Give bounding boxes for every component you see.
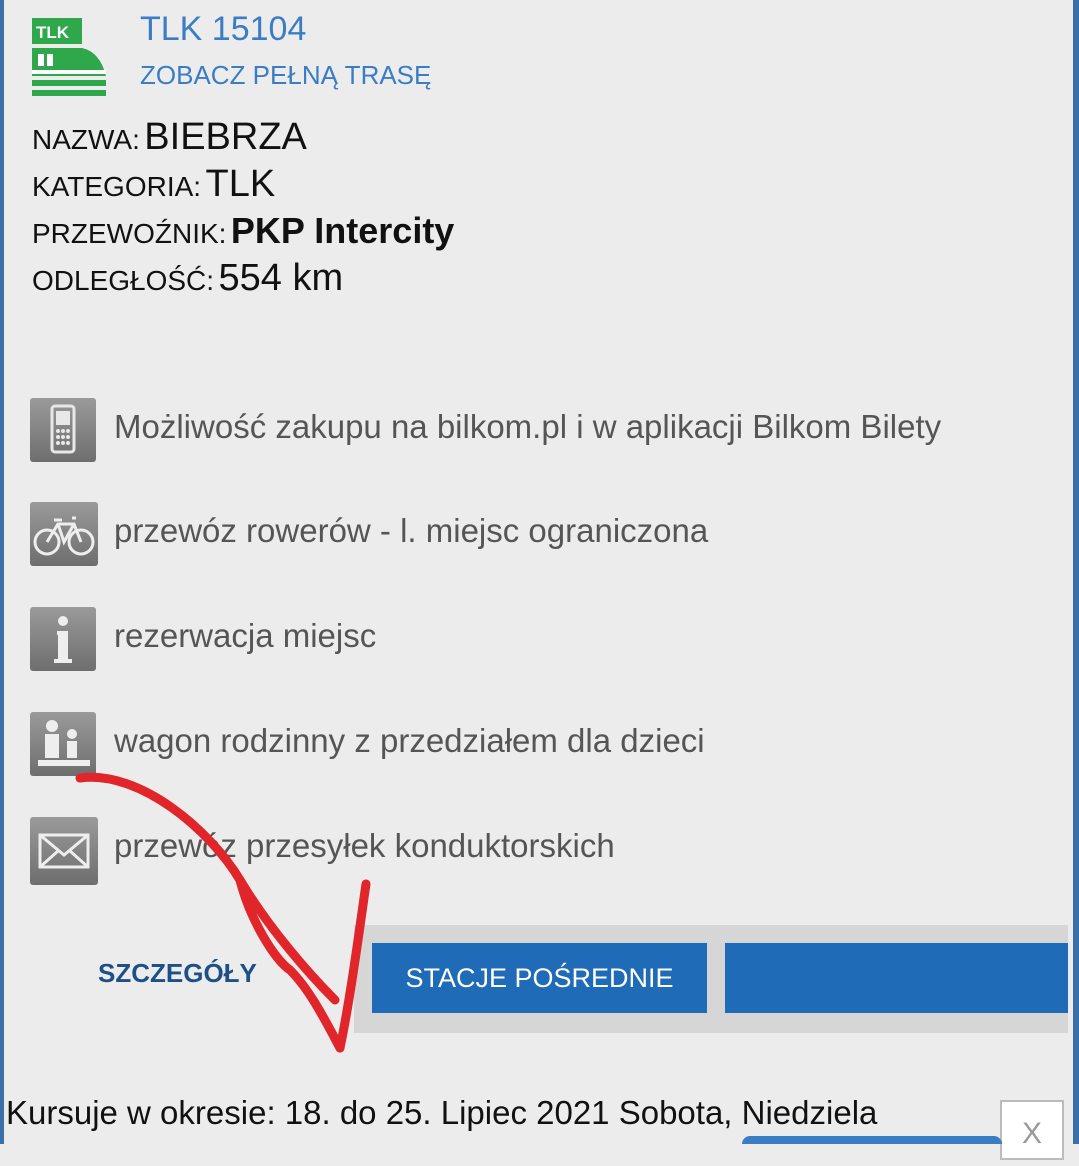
category-value: TLK <box>205 163 276 205</box>
frame-border-right <box>1073 0 1079 1144</box>
info-category-row: KATEGORIA: TLK <box>32 163 275 206</box>
feature-text: przewóz rowerów - l. miejsc ograniczona <box>114 512 709 549</box>
close-button[interactable]: X <box>1000 1100 1064 1160</box>
family-icon <box>30 712 96 776</box>
logo-text: TLK <box>36 23 70 42</box>
tab-details[interactable]: SZCZEGÓŁY <box>98 958 257 989</box>
train-number: TLK 15104 <box>140 10 307 48</box>
feature-text: przewóz przesyłek konduktorskich <box>114 827 615 864</box>
carrier-label: PRZEWOŹNIK: <box>32 218 227 249</box>
info-distance-row: ODLEGŁOŚĆ: 554 km <box>32 257 343 300</box>
category-label: KATEGORIA: <box>32 171 202 202</box>
tab-additional[interactable] <box>725 943 1068 1013</box>
bottom-bar <box>742 1136 1002 1144</box>
tab-intermediate-stations[interactable]: STACJE POŚREDNIE <box>372 943 707 1013</box>
info-carrier-row: PRZEWOŹNIK: PKP Intercity <box>32 210 454 252</box>
frame-border-left <box>0 0 4 1144</box>
full-route-link[interactable]: ZOBACZ PEŁNĄ TRASĘ <box>140 60 431 91</box>
bicycle-icon <box>30 502 98 566</box>
feature-text: rezerwacja miejsc <box>114 617 377 654</box>
feature-text: wagon rodzinny z przedziałem dla dzieci <box>114 722 705 759</box>
name-label: NAZWA: <box>32 124 140 155</box>
envelope-icon <box>30 817 98 885</box>
tlk-train-logo: TLK <box>32 18 108 96</box>
distance-label: ODLEGŁOŚĆ: <box>32 265 215 296</box>
schedule-text: Kursuje w okresie: 18. do 25. Lipiec 202… <box>6 1094 878 1131</box>
distance-value: 554 km <box>218 257 344 299</box>
carrier-value: PKP Intercity <box>230 210 455 251</box>
mobile-phone-icon <box>30 398 96 462</box>
info-name-row: NAZWA: BIEBRZA <box>32 116 307 159</box>
info-icon <box>30 607 96 671</box>
feature-text: Możliwość zakupu na bilkom.pl i w aplika… <box>114 408 942 445</box>
name-value: BIEBRZA <box>144 116 307 158</box>
